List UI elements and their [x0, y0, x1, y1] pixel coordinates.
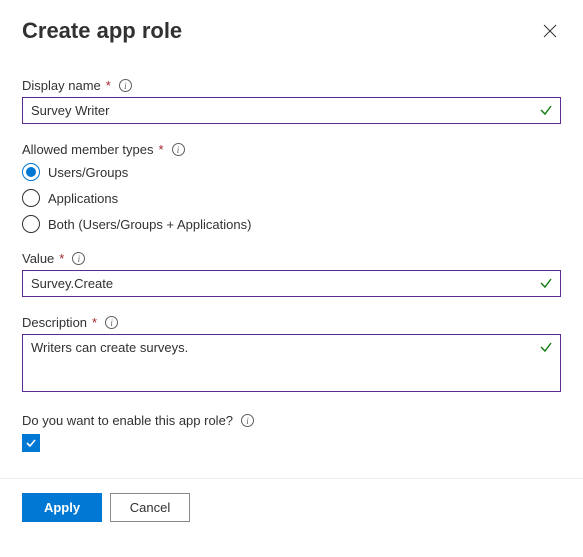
- radio-label: Both (Users/Groups + Applications): [48, 217, 251, 232]
- info-icon[interactable]: i: [241, 414, 254, 427]
- page-title: Create app role: [22, 18, 182, 44]
- required-indicator: *: [92, 315, 97, 330]
- value-label: Value: [22, 251, 54, 266]
- radio-icon: [22, 163, 40, 181]
- close-button[interactable]: [539, 20, 561, 42]
- info-icon[interactable]: i: [105, 316, 118, 329]
- display-name-field: Display name * i: [22, 78, 561, 124]
- radio-icon: [22, 215, 40, 233]
- member-types-field: Allowed member types * i Users/Groups Ap…: [22, 142, 561, 233]
- info-icon[interactable]: i: [119, 79, 132, 92]
- radio-both[interactable]: Both (Users/Groups + Applications): [22, 215, 561, 233]
- description-input[interactable]: [22, 334, 561, 392]
- member-types-label: Allowed member types: [22, 142, 154, 157]
- display-name-label: Display name: [22, 78, 101, 93]
- display-name-input[interactable]: [22, 97, 561, 124]
- check-icon: [539, 276, 553, 293]
- radio-label: Applications: [48, 191, 118, 206]
- check-icon: [539, 340, 553, 357]
- required-indicator: *: [106, 78, 111, 93]
- enable-label: Do you want to enable this app role?: [22, 413, 233, 428]
- description-label: Description: [22, 315, 87, 330]
- enable-field: Do you want to enable this app role? i: [22, 413, 561, 452]
- radio-applications[interactable]: Applications: [22, 189, 561, 207]
- radio-icon: [22, 189, 40, 207]
- description-field: Description * i: [22, 315, 561, 395]
- info-icon[interactable]: i: [72, 252, 85, 265]
- required-indicator: *: [59, 251, 64, 266]
- check-icon: [539, 103, 553, 120]
- apply-button[interactable]: Apply: [22, 493, 102, 522]
- info-icon[interactable]: i: [172, 143, 185, 156]
- close-icon: [543, 24, 557, 38]
- enable-checkbox[interactable]: [22, 434, 40, 452]
- value-field: Value * i: [22, 251, 561, 297]
- value-input[interactable]: [22, 270, 561, 297]
- check-icon: [25, 437, 37, 449]
- required-indicator: *: [159, 142, 164, 157]
- radio-users-groups[interactable]: Users/Groups: [22, 163, 561, 181]
- cancel-button[interactable]: Cancel: [110, 493, 190, 522]
- radio-label: Users/Groups: [48, 165, 128, 180]
